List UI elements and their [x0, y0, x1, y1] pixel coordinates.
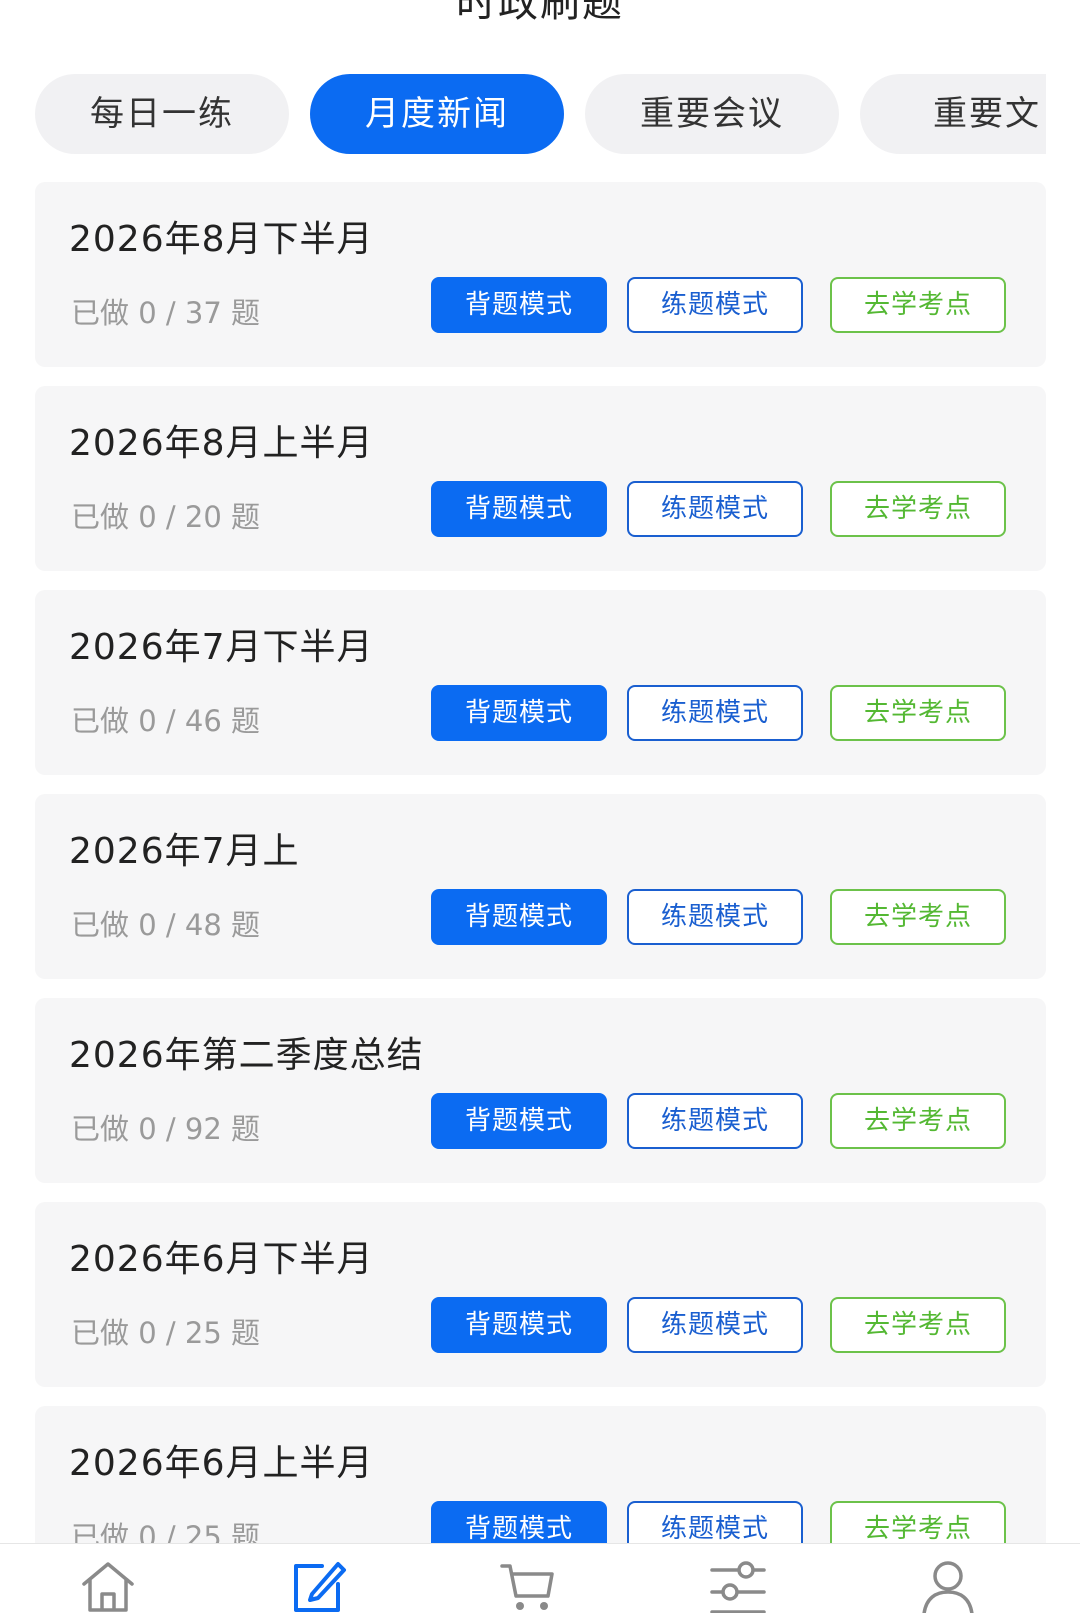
home-icon [82, 1562, 134, 1612]
user-icon [922, 1561, 974, 1613]
list-item: 2026年8月下半月 已做 0 / 37 题 背题模式 练题模式 去学考点 [35, 182, 1046, 367]
card-title: 2026年8月下半月 [69, 219, 374, 260]
bottom-nav [0, 1543, 1080, 1613]
nav-practice[interactable] [288, 1556, 348, 1613]
tab-important-meetings[interactable]: 重要会议 [585, 74, 839, 154]
study-points-button[interactable]: 去学考点 [830, 277, 1006, 333]
page-title: 时政刷题 [456, 0, 624, 26]
tab-monthly-news[interactable]: 月度新闻 [310, 74, 564, 154]
practice-mode-button[interactable]: 练题模式 [627, 481, 803, 537]
list-item: 2026年第二季度总结 已做 0 / 92 题 背题模式 练题模式 去学考点 [35, 998, 1046, 1183]
card-title: 2026年6月上半月 [69, 1443, 374, 1484]
recite-mode-button[interactable]: 背题模式 [431, 685, 607, 741]
card-progress: 已做 0 / 48 题 [71, 908, 260, 942]
recite-mode-button[interactable]: 背题模式 [431, 889, 607, 945]
nav-settings[interactable] [708, 1556, 768, 1613]
category-tabs: 每日一练 月度新闻 重要会议 重要文 [35, 74, 1046, 154]
practice-mode-button[interactable]: 练题模式 [627, 685, 803, 741]
recite-mode-button[interactable]: 背题模式 [431, 277, 607, 333]
study-points-button[interactable]: 去学考点 [830, 481, 1006, 537]
recite-mode-button[interactable]: 背题模式 [431, 1297, 607, 1353]
study-points-button[interactable]: 去学考点 [830, 889, 1006, 945]
card-title: 2026年7月上 [69, 831, 300, 872]
recite-mode-button[interactable]: 背题模式 [431, 1093, 607, 1149]
study-points-button[interactable]: 去学考点 [830, 1297, 1006, 1353]
practice-mode-button[interactable]: 练题模式 [627, 1501, 803, 1544]
nav-profile[interactable] [918, 1556, 978, 1613]
edit-icon [294, 1562, 346, 1612]
settings-sliders-icon [710, 1561, 766, 1613]
card-progress: 已做 0 / 25 题 [71, 1316, 260, 1350]
card-progress: 已做 0 / 92 题 [71, 1112, 260, 1146]
card-title: 2026年8月上半月 [69, 423, 374, 464]
list-item: 2026年7月下半月 已做 0 / 46 题 背题模式 练题模式 去学考点 [35, 590, 1046, 775]
study-points-button[interactable]: 去学考点 [830, 1093, 1006, 1149]
card-progress: 已做 0 / 37 题 [71, 296, 260, 330]
tab-important-documents[interactable]: 重要文 [860, 74, 1046, 154]
nav-shop[interactable] [498, 1556, 558, 1613]
card-progress: 已做 0 / 20 题 [71, 500, 260, 534]
card-title: 2026年6月下半月 [69, 1239, 374, 1280]
card-progress: 已做 0 / 46 题 [71, 704, 260, 738]
cart-icon [500, 1564, 554, 1610]
nav-home[interactable] [78, 1556, 138, 1613]
practice-mode-button[interactable]: 练题模式 [627, 1297, 803, 1353]
practice-mode-button[interactable]: 练题模式 [627, 889, 803, 945]
practice-mode-button[interactable]: 练题模式 [627, 1093, 803, 1149]
recite-mode-button[interactable]: 背题模式 [431, 481, 607, 537]
card-title: 2026年7月下半月 [69, 627, 374, 668]
practice-mode-button[interactable]: 练题模式 [627, 277, 803, 333]
list-item: 2026年6月下半月 已做 0 / 25 题 背题模式 练题模式 去学考点 [35, 1202, 1046, 1387]
tab-daily-practice[interactable]: 每日一练 [35, 74, 289, 154]
recite-mode-button[interactable]: 背题模式 [431, 1501, 607, 1544]
card-title: 2026年第二季度总结 [69, 1035, 424, 1076]
quiz-list: 2026年8月下半月 已做 0 / 37 题 背题模式 练题模式 去学考点 20… [35, 182, 1046, 1544]
list-item: 2026年8月上半月 已做 0 / 20 题 背题模式 练题模式 去学考点 [35, 386, 1046, 571]
card-progress: 已做 0 / 25 题 [71, 1520, 260, 1544]
list-item: 2026年6月上半月 已做 0 / 25 题 背题模式 练题模式 去学考点 [35, 1406, 1046, 1544]
list-item: 2026年7月上 已做 0 / 48 题 背题模式 练题模式 去学考点 [35, 794, 1046, 979]
study-points-button[interactable]: 去学考点 [830, 685, 1006, 741]
study-points-button[interactable]: 去学考点 [830, 1501, 1006, 1544]
